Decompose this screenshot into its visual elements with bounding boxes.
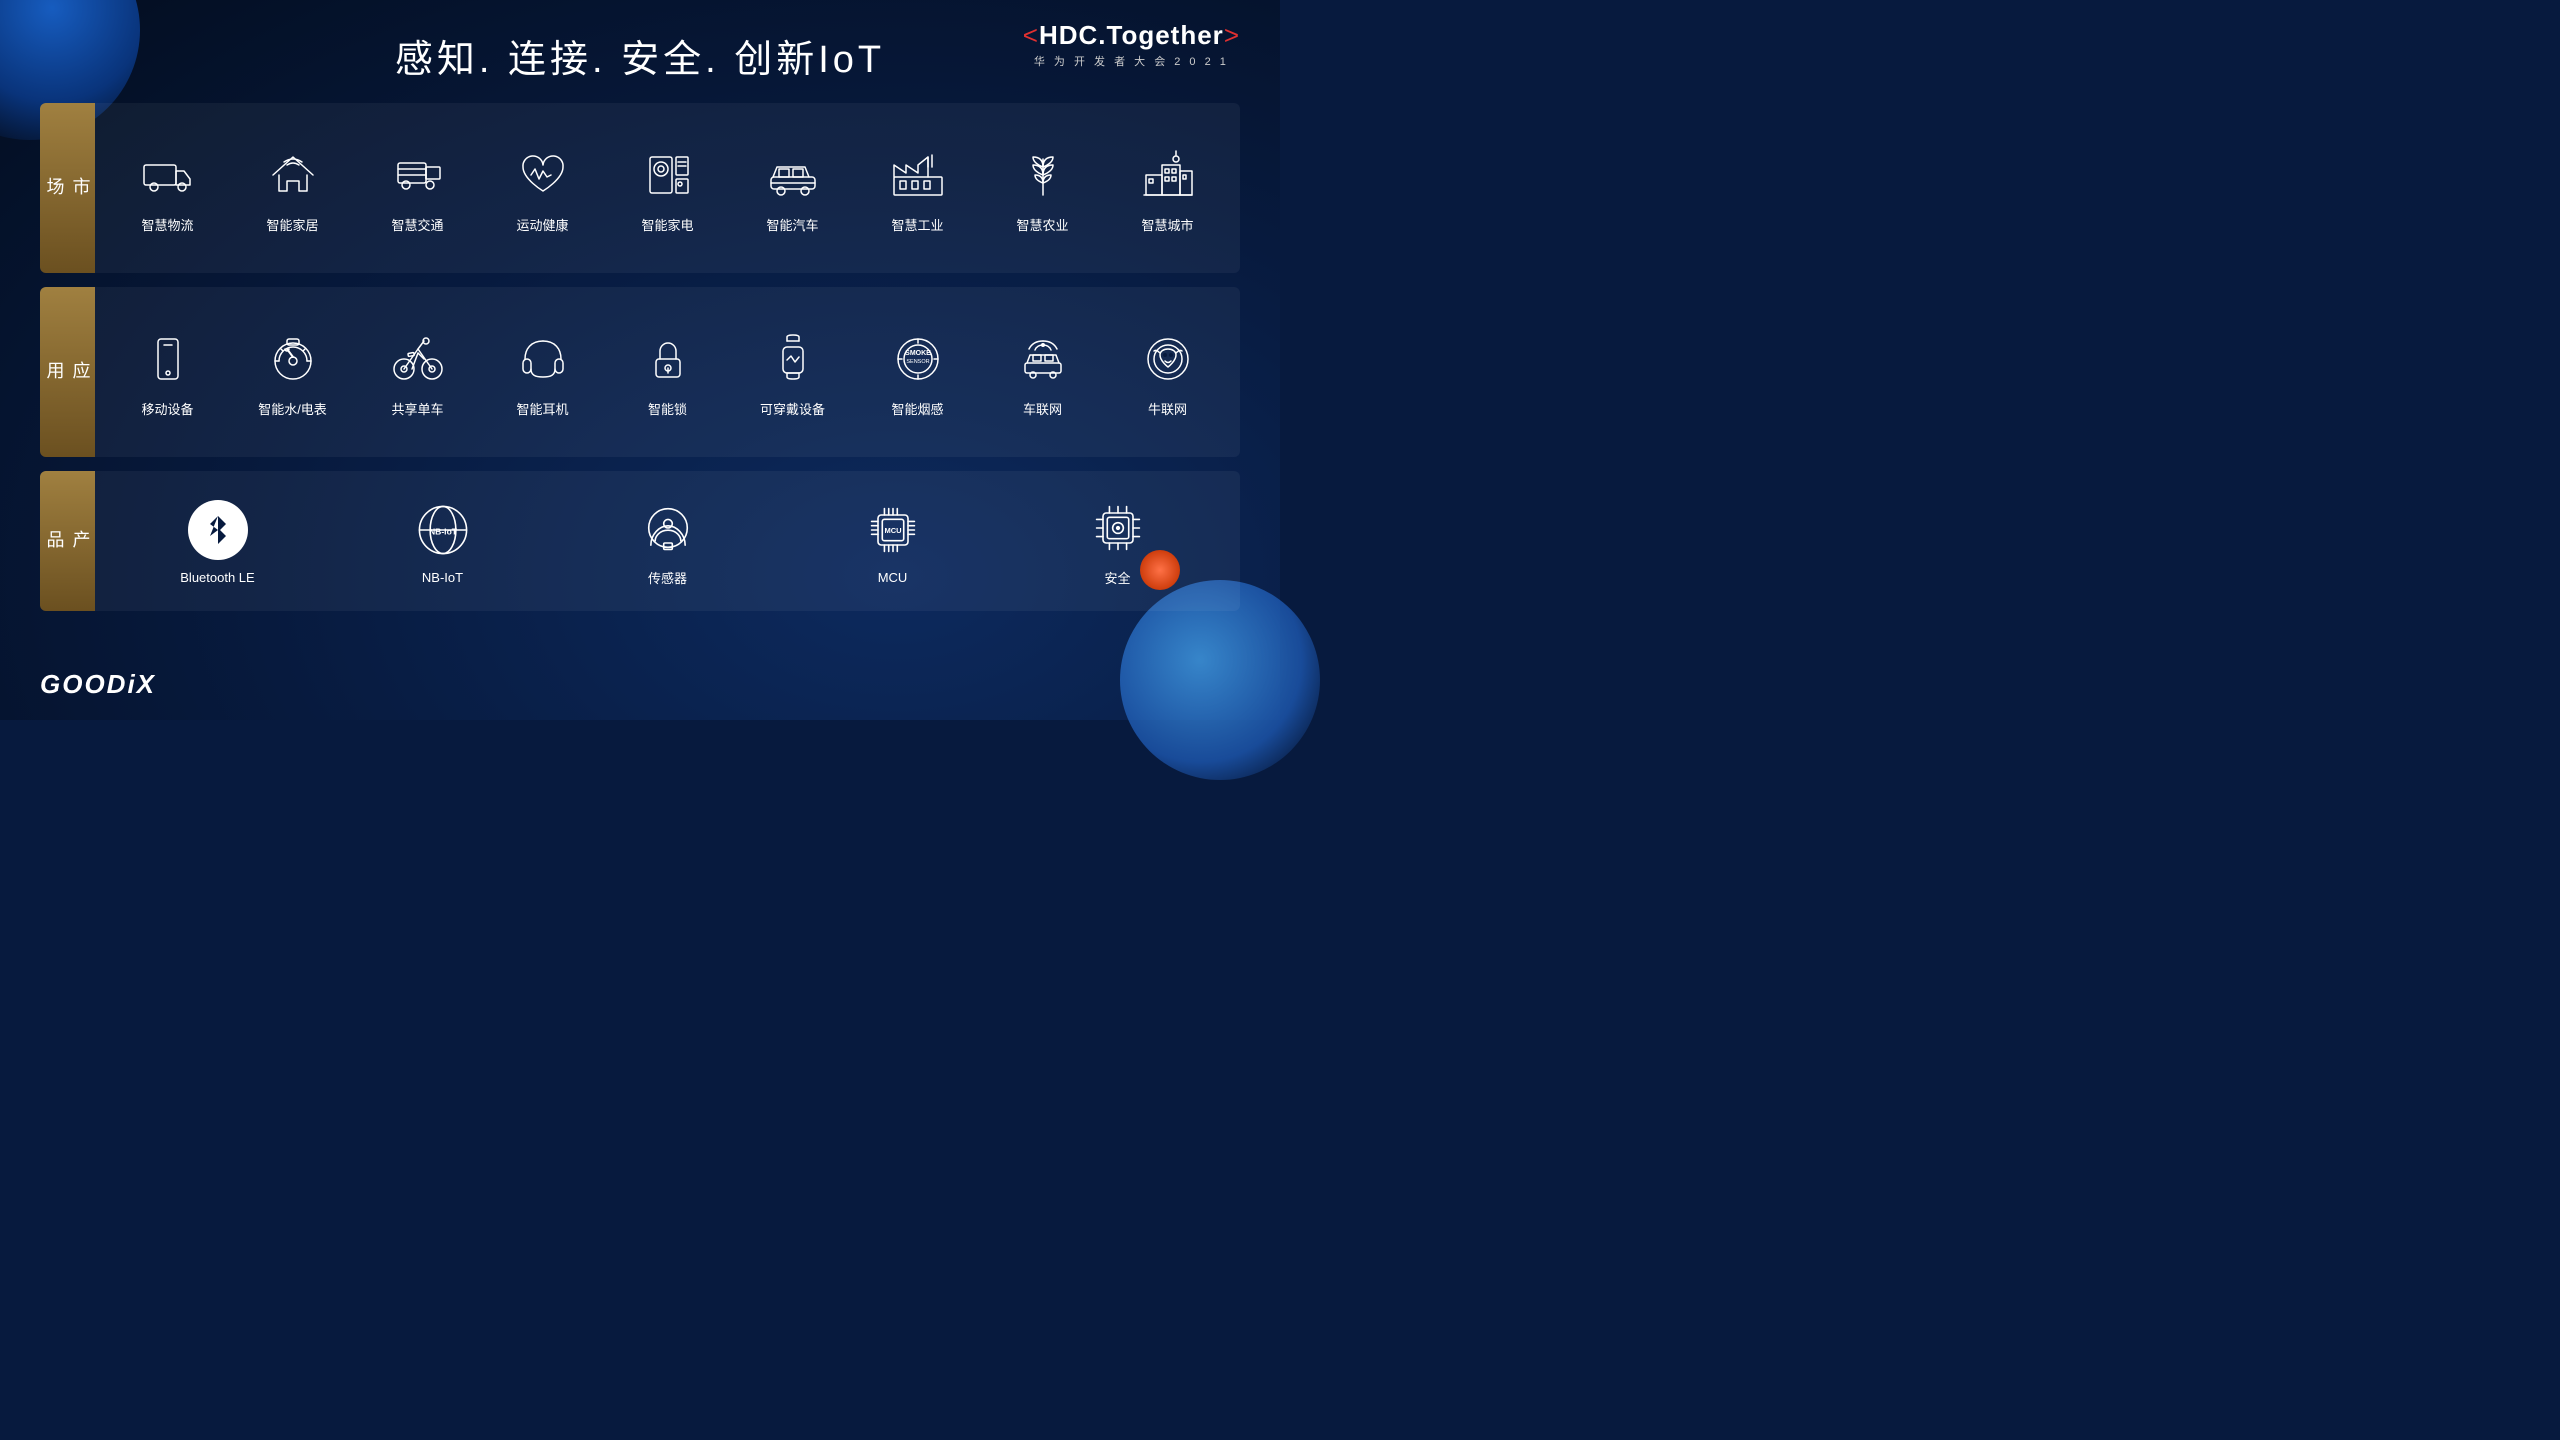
security-label: 安全 — [1104, 568, 1130, 587]
item-industry: 智慧工业 — [855, 143, 980, 234]
product-label: 产品 — [40, 471, 95, 611]
item-bike: 共享单车 — [355, 327, 480, 418]
mobile-label: 移动设备 — [141, 399, 193, 418]
item-transport: 智慧交通 — [355, 143, 480, 234]
earphone-icon — [511, 327, 575, 391]
nb-iot-icon: NB-IoT — [411, 498, 475, 562]
car-label: 智能汽车 — [766, 215, 818, 234]
cattle-net-icon — [1136, 327, 1200, 391]
app-items: 移动设备 智能水/电表 共享单车 智能耳机 — [95, 287, 1240, 457]
main-content: 市场 智慧物流 智能家居 智慧交通 — [0, 103, 1280, 611]
gauge-icon — [261, 327, 325, 391]
svg-text:SENSOR: SENSOR — [906, 359, 929, 365]
market-items: 智慧物流 智能家居 智慧交通 运动健康 — [95, 103, 1240, 273]
svg-text:SMOKE: SMOKE — [905, 350, 931, 357]
item-wearable: 可穿戴设备 — [730, 327, 855, 418]
smoke-label: 智能烟感 — [891, 399, 943, 418]
lock-icon — [636, 327, 700, 391]
truck-icon — [136, 143, 200, 207]
bike-icon — [386, 327, 450, 391]
car-net-label: 车联网 — [1023, 399, 1062, 418]
item-agriculture: 智慧农业 — [980, 143, 1105, 234]
item-nb-iot: NB-IoT NB-IoT — [330, 498, 555, 585]
item-health: 运动健康 — [480, 143, 605, 234]
item-car-net: 车联网 — [980, 327, 1105, 418]
sensor-label: 传感器 — [648, 568, 687, 587]
agriculture-label: 智慧农业 — [1016, 215, 1068, 234]
item-appliance: 智能家电 — [605, 143, 730, 234]
mcu-label: MCU — [878, 570, 908, 585]
svg-text:MCU: MCU — [884, 526, 901, 535]
product-row: 产品 Bluetooth LE — [40, 471, 1240, 611]
appliance-label: 智能家电 — [641, 215, 693, 234]
bluetooth-icon — [186, 498, 250, 562]
svg-text:NB-IoT: NB-IoT — [428, 526, 457, 536]
item-city: 智慧城市 — [1105, 143, 1230, 234]
nb-iot-label: NB-IoT — [422, 570, 463, 585]
water-meter-label: 智能水/电表 — [258, 399, 327, 418]
bus-icon — [386, 143, 450, 207]
item-water-meter: 智能水/电表 — [230, 327, 355, 418]
item-smart-home: 智能家居 — [230, 143, 355, 234]
header: 感知. 连接. 安全. 创新IoT — [0, 0, 1280, 93]
city-label: 智慧城市 — [1141, 215, 1193, 234]
market-label: 市场 — [40, 103, 95, 273]
sensor-icon — [636, 496, 700, 560]
car-net-icon — [1011, 327, 1075, 391]
smoke-sensor-icon: SMOKE SENSOR — [886, 327, 950, 391]
item-earphone: 智能耳机 — [480, 327, 605, 418]
app-label: 应用 — [40, 287, 95, 457]
heartbeat-icon — [511, 143, 575, 207]
lock-label: 智能锁 — [648, 399, 687, 418]
item-car: 智能汽车 — [730, 143, 855, 234]
security-chip-icon — [1086, 496, 1150, 560]
product-items: Bluetooth LE NB-IoT NB-IoT — [95, 471, 1240, 611]
app-row: 应用 移动设备 智能水/电表 共享单车 — [40, 287, 1240, 457]
cattle-net-label: 牛联网 — [1148, 399, 1187, 418]
item-security: 安全 — [1005, 496, 1230, 587]
item-sensor: 传感器 — [555, 496, 780, 587]
transport-label: 智慧交通 — [391, 215, 443, 234]
item-bluetooth: Bluetooth LE — [105, 498, 330, 585]
item-mobile: 移动设备 — [105, 327, 230, 418]
item-cattle-net: 牛联网 — [1105, 327, 1230, 418]
logistics-label: 智慧物流 — [141, 215, 193, 234]
earphone-label: 智能耳机 — [516, 399, 568, 418]
health-label: 运动健康 — [516, 215, 568, 234]
page-title: 感知. 连接. 安全. 创新IoT — [395, 28, 885, 83]
mcu-icon: MCU — [861, 498, 925, 562]
item-smoke: SMOKE SENSOR 智能烟感 — [855, 327, 980, 418]
appliance-icon — [636, 143, 700, 207]
item-mcu: MCU MCU — [780, 498, 1005, 585]
bluetooth-label: Bluetooth LE — [180, 570, 254, 585]
goodix-logo: GOODiX — [40, 669, 156, 700]
smart-home-label: 智能家居 — [266, 215, 318, 234]
watch-icon — [761, 327, 825, 391]
bike-label: 共享单车 — [391, 399, 443, 418]
car-icon — [761, 143, 825, 207]
market-row: 市场 智慧物流 智能家居 智慧交通 — [40, 103, 1240, 273]
mobile-icon — [136, 327, 200, 391]
city-icon — [1136, 143, 1200, 207]
wearable-label: 可穿戴设备 — [760, 399, 825, 418]
home-wifi-icon — [261, 143, 325, 207]
wheat-icon — [1011, 143, 1075, 207]
industry-label: 智慧工业 — [891, 215, 943, 234]
item-logistics: 智慧物流 — [105, 143, 230, 234]
item-lock: 智能锁 — [605, 327, 730, 418]
factory-icon — [886, 143, 950, 207]
